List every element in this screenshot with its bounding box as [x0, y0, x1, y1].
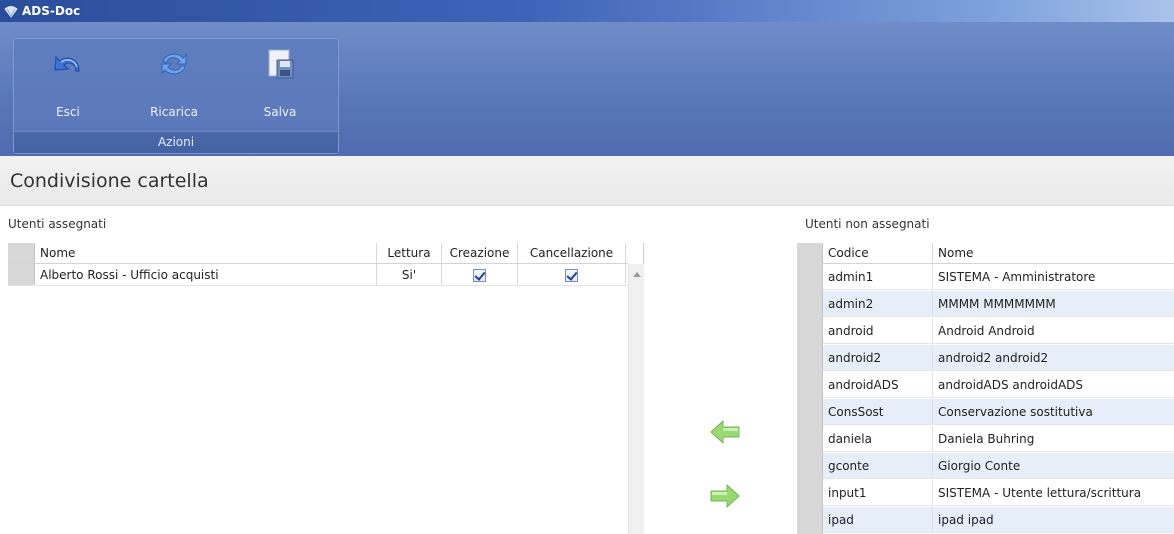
cell-codice: gconte [823, 453, 933, 478]
column-header-nome[interactable]: Nome [35, 243, 377, 263]
assigned-users-label: Utenti assegnati [8, 217, 107, 231]
cell-codice: admin1 [823, 264, 933, 289]
column-header-cancellazione[interactable]: Cancellazione [518, 243, 626, 263]
cell-codice: daniela [823, 426, 933, 451]
ribbon-group-azioni: Esci Ricarica Salva Azioni [13, 38, 339, 154]
table-row[interactable]: gconte Giorgio Conte [823, 453, 1174, 479]
esci-label: Esci [56, 105, 80, 119]
cell-nome: androidADS androidADS [938, 378, 1084, 392]
cell-nome: SISTEMA - Utente lettura/scrittura [938, 486, 1142, 500]
cell-nome: Daniela Buhring [938, 432, 1035, 446]
assigned-users-grid[interactable]: Nome Lettura Creazione Cancellazione Alb… [8, 243, 644, 534]
cell-nome: Conservazione sostitutiva [938, 405, 1093, 419]
undo-arrow-icon [54, 55, 80, 72]
cell-nome: android2 android2 [938, 351, 1049, 365]
ricarica-label: Ricarica [150, 105, 198, 119]
column-header-lettura[interactable]: Lettura [377, 243, 442, 263]
creazione-checkbox[interactable] [473, 269, 486, 282]
window-title: ADS-Doc [22, 4, 81, 18]
unassigned-users-label: Utenti non assegnati [805, 217, 930, 231]
cell-codice: androidADS [823, 372, 933, 397]
cancellazione-checkbox[interactable] [565, 269, 578, 282]
table-row[interactable]: daniela Daniela Buhring [823, 426, 1174, 452]
cell-nome: Alberto Rossi - Ufficio acquisti [35, 264, 377, 285]
cell-cancellazione [518, 264, 626, 285]
row-selector-header [8, 243, 35, 263]
table-row[interactable]: android2 android2 android2 [823, 345, 1174, 371]
cell-creazione [442, 264, 518, 285]
table-row[interactable]: androidADS androidADS androidADS [823, 372, 1174, 398]
row-selector[interactable] [8, 264, 35, 285]
salva-label: Salva [263, 105, 297, 119]
unassigned-users-grid[interactable]: Codice Nome admin1 SISTEMA - Amministrato… [797, 243, 1174, 534]
column-header-codice[interactable]: Codice [823, 243, 933, 263]
cell-nome: Giorgio Conte [938, 459, 1021, 473]
app-logo-icon [4, 6, 18, 18]
grid-header: Codice Nome [823, 243, 1174, 264]
cell-codice: input1 [823, 480, 933, 505]
vertical-scrollbar[interactable] [628, 264, 644, 534]
refresh-icon [161, 53, 187, 75]
row-selector-column [797, 243, 823, 534]
table-row[interactable]: input1 SISTEMA - Utente lettura/scrittura [823, 480, 1174, 506]
ribbon-group-label: Azioni [14, 131, 338, 153]
save-disk-icon [268, 49, 294, 79]
cell-nome: Android Android [938, 324, 1035, 338]
cell-codice: admin2 [823, 291, 933, 316]
table-row[interactable]: ipad ipad ipad [823, 507, 1174, 533]
table-row[interactable]: admin1 SISTEMA - Amministratore [823, 264, 1174, 290]
cell-nome: ipad ipad [938, 513, 994, 527]
assign-user-button[interactable] [709, 418, 741, 446]
cell-nome: MMMM MMMMMMM [938, 297, 1056, 311]
ribbon: Esci Ricarica Salva Azioni [0, 22, 1174, 156]
cell-codice: ipad [823, 507, 933, 532]
page-title: Condivisione cartella [10, 170, 209, 192]
table-row[interactable]: ConsSost Conservazione sostitutiva [823, 399, 1174, 425]
esci-button[interactable]: Esci [38, 41, 98, 125]
cell-codice: android2 [823, 345, 933, 370]
section-header: Condivisione cartella [0, 156, 1174, 206]
cell-nome: SISTEMA - Amministratore [938, 270, 1096, 284]
table-row[interactable]: admin2 MMMM MMMMMMM [823, 291, 1174, 317]
title-bar: ADS-Doc [0, 0, 1174, 22]
table-row[interactable]: android Android Android [823, 318, 1174, 344]
cell-codice: ConsSost [823, 399, 933, 424]
table-row[interactable]: Alberto Rossi - Ufficio acquisti Si' [8, 264, 628, 286]
cell-codice: android [823, 318, 933, 343]
cell-lettura: Si' [377, 264, 442, 285]
salva-button[interactable]: Salva [250, 41, 310, 125]
scroll-up-arrow-icon[interactable] [633, 272, 641, 277]
column-header-nome[interactable]: Nome [933, 243, 1174, 263]
unassign-user-button[interactable] [709, 482, 741, 510]
column-header-creazione[interactable]: Creazione [442, 243, 518, 263]
grid-header: Nome Lettura Creazione Cancellazione [8, 243, 628, 264]
ricarica-button[interactable]: Ricarica [126, 41, 222, 125]
